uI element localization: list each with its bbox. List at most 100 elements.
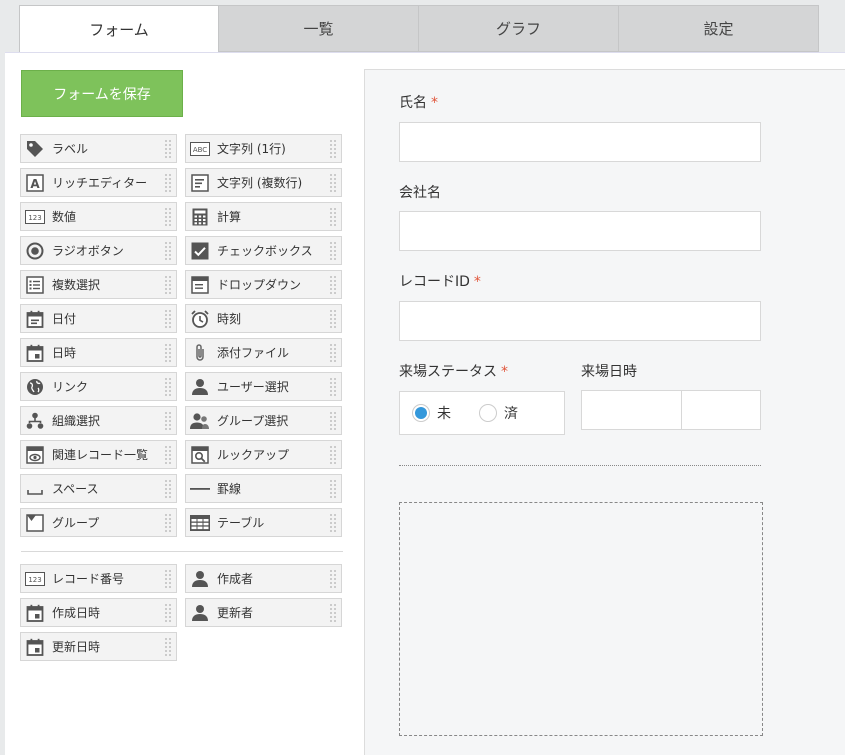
user-icon [189,376,211,398]
palette-item-group-select[interactable]: グループ選択 [185,406,342,435]
palette-item-text: リンク [52,380,89,394]
palette-item-text-single[interactable]: ABC 文字列 (1行) [185,134,342,163]
palette-item-calc[interactable]: 計算 [185,202,342,231]
palette-item-created-at[interactable]: 作成日時 [20,598,177,627]
form-separator-line [399,465,761,466]
palette-item-link[interactable]: リンク [20,372,177,401]
drag-handle-icon[interactable] [164,603,172,623]
palette-item-radio[interactable]: ラジオボタン [20,236,177,265]
palette-item-text: 罫線 [217,482,242,496]
palette-item-text: 日時 [52,346,77,360]
palette-item-text: スペース [52,482,99,496]
drop-zone[interactable] [399,502,763,736]
svg-text:123: 123 [28,214,41,222]
multi-select-icon [24,274,46,296]
palette-item-group[interactable]: グループ [20,508,177,537]
svg-text:A: A [30,177,40,191]
drag-handle-icon[interactable] [329,411,337,431]
palette-item-text: 計算 [217,210,242,224]
drag-handle-icon[interactable] [329,343,337,363]
name-field-input[interactable] [399,122,761,162]
palette-item-line[interactable]: 罫線 [185,474,342,503]
palette-item-user-select[interactable]: ユーザー選択 [185,372,342,401]
tab-list[interactable]: 一覧 [219,5,419,52]
palette-item-time[interactable]: 時刻 [185,304,342,333]
save-form-button[interactable]: フォームを保存 [21,70,183,117]
drag-handle-icon[interactable] [329,241,337,261]
drag-handle-icon[interactable] [329,377,337,397]
palette-item-text: 更新者 [217,606,254,620]
dropdown-icon [189,274,211,296]
palette-item-creator[interactable]: 作成者 [185,564,342,593]
radio-label: 未 [437,406,451,422]
palette-item-text-multi[interactable]: 文字列 (複数行) [185,168,342,197]
tab-bar: フォーム 一覧 グラフ 設定 [19,5,819,53]
palette-item-label[interactable]: ラベル [20,134,177,163]
form-editor-panel: フォームを保存 ラベル ABC 文字列 (1行) A リッチエディター 文字列 … [5,52,845,755]
palette-item-date[interactable]: 日付 [20,304,177,333]
drag-handle-icon[interactable] [329,139,337,159]
radio-button-selected[interactable] [412,404,430,422]
group-icon [189,410,211,432]
radio-option-done[interactable]: 済 [479,403,518,423]
drag-handle-icon[interactable] [164,343,172,363]
drag-handle-icon[interactable] [164,241,172,261]
visit-date-input[interactable] [581,390,682,430]
visit-time-input[interactable] [681,390,761,430]
radio-option-pending[interactable]: 未 [412,403,451,423]
drag-handle-icon[interactable] [164,411,172,431]
palette-item-attachment[interactable]: 添付ファイル [185,338,342,367]
palette-item-related-records[interactable]: 関連レコード一覧 [20,440,177,469]
palette-item-table[interactable]: テーブル [185,508,342,537]
required-mark: * [501,364,508,380]
radio-button[interactable] [479,404,497,422]
palette-item-number[interactable]: 123 数値 [20,202,177,231]
drag-handle-icon[interactable] [329,207,337,227]
palette-item-multi-select[interactable]: 複数選択 [20,270,177,299]
drag-handle-icon[interactable] [164,569,172,589]
drag-handle-icon[interactable] [329,569,337,589]
tab-settings[interactable]: 設定 [619,5,819,52]
drag-handle-icon[interactable] [329,275,337,295]
drag-handle-icon[interactable] [164,207,172,227]
drag-handle-icon[interactable] [164,445,172,465]
name-field-label: 氏名 * [399,92,438,112]
palette-item-dropdown[interactable]: ドロップダウン [185,270,342,299]
drag-handle-icon[interactable] [164,309,172,329]
palette-item-rich-editor[interactable]: A リッチエディター [20,168,177,197]
tab-form[interactable]: フォーム [19,5,219,53]
palette-item-space[interactable]: スペース [20,474,177,503]
drag-handle-icon[interactable] [329,479,337,499]
drag-handle-icon[interactable] [164,637,172,657]
tab-graph[interactable]: グラフ [419,5,619,52]
drag-handle-icon[interactable] [329,309,337,329]
palette-item-text: 日付 [52,312,77,326]
palette-item-org-select[interactable]: 組織選択 [20,406,177,435]
palette-item-record-number[interactable]: 123 レコード番号 [20,564,177,593]
drag-handle-icon[interactable] [164,377,172,397]
drag-handle-icon[interactable] [164,479,172,499]
drag-handle-icon[interactable] [329,445,337,465]
space-icon [24,478,46,500]
drag-handle-icon[interactable] [164,139,172,159]
multiline-text-icon [189,172,211,194]
drag-handle-icon[interactable] [329,603,337,623]
drag-handle-icon[interactable] [329,173,337,193]
drag-handle-icon[interactable] [164,275,172,295]
palette-item-updated-at[interactable]: 更新日時 [20,632,177,661]
status-field-label: 来場ステータス * [399,361,508,381]
datetime-icon [24,636,46,658]
record-id-field-input[interactable] [399,301,761,341]
palette-item-text: 時刻 [217,312,242,326]
palette-item-text: 添付ファイル [217,346,290,360]
palette-item-updater[interactable]: 更新者 [185,598,342,627]
required-mark: * [431,95,438,111]
company-field-input[interactable] [399,211,761,251]
drag-handle-icon[interactable] [164,513,172,533]
palette-item-datetime[interactable]: 日時 [20,338,177,367]
drag-handle-icon[interactable] [164,173,172,193]
drag-handle-icon[interactable] [329,513,337,533]
palette-item-checkbox[interactable]: チェックボックス [185,236,342,265]
palette-item-text: ラジオボタン [52,244,124,258]
palette-item-lookup[interactable]: ルックアップ [185,440,342,469]
